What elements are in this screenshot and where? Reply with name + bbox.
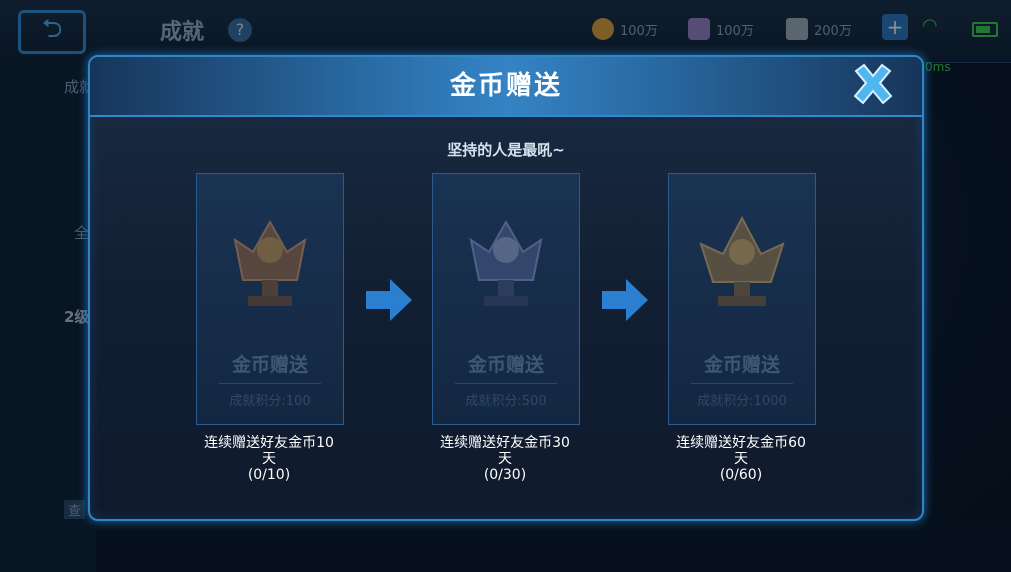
card-condition-2: 连续赠送好友金币30 天 (0/30) xyxy=(415,435,595,483)
condition-text: 天 xyxy=(498,451,512,467)
condition-text: 天 xyxy=(734,451,748,467)
close-icon xyxy=(853,63,893,105)
condition-text: 连续赠送好友金币60 xyxy=(676,435,806,451)
dialog-subtitle: 坚持的人是最吼~ xyxy=(447,141,565,159)
achievement-card-3[interactable]: 金币赠送 成就积分:1000 xyxy=(668,173,816,425)
condition-text: 连续赠送好友金币30 xyxy=(440,435,570,451)
progress-text: (0/10) xyxy=(247,467,291,483)
bronze-trophy-icon xyxy=(233,219,307,306)
gold-trophy-icon xyxy=(699,215,785,306)
close-button[interactable] xyxy=(850,63,896,107)
gold-gift-dialog: 金币赠送 坚持的人是最吼~ 金币赠送 成就积分:100 连续赠送好友金币10 天… xyxy=(88,55,924,521)
card-divider xyxy=(455,383,557,384)
card-divider xyxy=(691,383,793,384)
silver-trophy-icon xyxy=(469,219,543,306)
card-title: 金币赠送 xyxy=(231,354,308,376)
condition-text: 连续赠送好友金币10 xyxy=(204,435,334,451)
dialog-title: 金币赠送 xyxy=(449,71,562,101)
card-score: 成就积分:100 xyxy=(229,394,311,409)
card-condition-1: 连续赠送好友金币10 天 (0/10) xyxy=(179,435,359,483)
card-divider xyxy=(219,383,321,384)
card-condition-3: 连续赠送好友金币60 天 (0/60) xyxy=(651,435,831,483)
card-score: 成就积分:500 xyxy=(465,394,547,409)
progress-text: (0/60) xyxy=(719,467,763,483)
progress-text: (0/30) xyxy=(483,467,527,483)
card-score: 成就积分:1000 xyxy=(697,394,787,409)
card-title: 金币赠送 xyxy=(467,354,544,376)
card-title: 金币赠送 xyxy=(703,354,780,376)
achievement-card-1[interactable]: 金币赠送 成就积分:100 xyxy=(196,173,344,425)
condition-text: 天 xyxy=(262,451,276,467)
arrow-right-icon xyxy=(366,279,412,321)
achievement-card-2[interactable]: 金币赠送 成就积分:500 xyxy=(432,173,580,425)
arrow-right-icon xyxy=(602,279,648,321)
